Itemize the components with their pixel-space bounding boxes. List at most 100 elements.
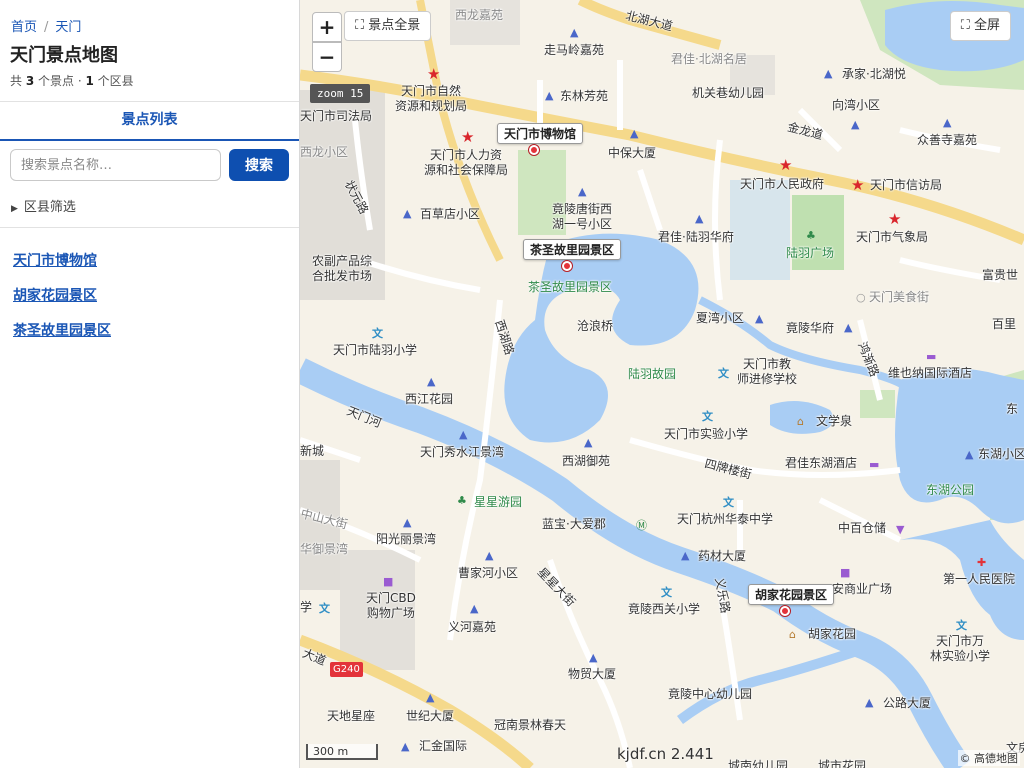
map-label: 星星游园	[474, 495, 523, 509]
marker-label-museum[interactable]: 天门市博物馆	[497, 123, 584, 144]
map-label: 茶圣故里园景区	[528, 280, 613, 294]
school-icon: 文	[661, 586, 672, 599]
building-icon: ▲	[578, 185, 587, 198]
district-count: 1	[85, 74, 94, 88]
shop-cart-icon: ▼	[896, 523, 905, 536]
government-star-icon: ★	[888, 210, 902, 228]
map-attribution[interactable]: © 高德地图	[957, 750, 1020, 766]
school-icon: 文	[718, 367, 729, 380]
marker-pin-museum[interactable]	[529, 145, 539, 155]
search-button[interactable]: 搜索	[229, 149, 289, 181]
scenic-house-icon: ⌂	[789, 628, 796, 641]
building-icon: ▲	[865, 696, 874, 709]
map-label: 中百仓储	[838, 521, 887, 535]
map-label: 东	[1006, 402, 1019, 416]
zoom-in-button[interactable]: +	[312, 12, 342, 42]
map-label: 机关巷幼儿园	[692, 86, 765, 100]
map-label: 百里	[992, 317, 1017, 331]
map-label: 承家·北湖悦	[842, 67, 906, 81]
spot-link-chasheng-park[interactable]: 茶圣故里园景区	[13, 320, 111, 340]
marker-label-hujia-garden[interactable]: 胡家花园景区	[748, 584, 835, 605]
building-icon: ▲	[851, 118, 860, 131]
map-label: 西龙小区	[300, 145, 349, 159]
zoom-out-button[interactable]: −	[312, 42, 342, 72]
building-icon: ▲	[943, 116, 952, 129]
shopping-bag-icon: ■	[840, 566, 851, 579]
spot-count: 3	[25, 74, 35, 88]
building-icon: ▲	[403, 207, 412, 220]
map-label: 第一人民医院	[943, 572, 1016, 586]
summary-mid: 个景点 ·	[34, 74, 86, 88]
map-label: 众善寺嘉苑	[917, 133, 978, 147]
map-label: 学	[300, 600, 313, 614]
scale-bar: 300 m	[306, 744, 378, 760]
hospital-icon: ✚	[977, 556, 987, 569]
map-label: 君佳东湖酒店	[785, 456, 858, 470]
breadcrumb-separator: /	[44, 20, 49, 35]
map-label: 沧浪桥	[577, 319, 614, 333]
map-label: 农副产品综 合批发市场	[312, 254, 373, 283]
map-label: 西龙嘉苑	[455, 8, 504, 22]
divider	[0, 227, 299, 228]
map-label: 安商业广场	[832, 582, 893, 596]
marker-pin-hujia-garden[interactable]	[780, 606, 790, 616]
building-icon: ▲	[755, 312, 764, 325]
building-icon: ▲	[584, 436, 593, 449]
map-label: 天门市万 林实验小学	[930, 634, 991, 663]
map-label: 城市花园	[818, 759, 867, 768]
map-label: 向湾小区	[832, 98, 881, 112]
district-filter-toggle[interactable]: ▶ 区县筛选	[11, 196, 76, 215]
map-base	[300, 0, 1024, 768]
spot-link-hujia-garden[interactable]: 胡家花园景区	[13, 285, 97, 305]
building-icon: ▲	[470, 602, 479, 615]
marker-pin-chasheng-park[interactable]	[562, 261, 572, 271]
tab-spot-list[interactable]: 景点列表	[0, 101, 299, 141]
summary-text: 共 3 个景点 · 1 个区县	[10, 72, 134, 89]
spot-link-museum[interactable]: 天门市博物馆	[13, 250, 97, 270]
fit-all-button[interactable]: ⛶ 景点全景	[344, 11, 432, 41]
map-label: 义河嘉苑	[448, 620, 497, 634]
map-label: 天门市气象局	[856, 230, 929, 244]
breadcrumb-current-link[interactable]: 天门	[55, 20, 81, 35]
tree-icon: ♣	[806, 229, 816, 242]
government-star-icon: ★	[427, 65, 441, 83]
map-label: 天地星座	[327, 709, 376, 723]
marker-label-chasheng-park[interactable]: 茶圣故里园景区	[523, 239, 622, 260]
map-label: 天门杭州华泰中学	[677, 512, 774, 526]
fullscreen-button[interactable]: ⛶ 全屏	[949, 11, 1011, 41]
map-label: 竟陵唐街西 湖一号小区	[552, 202, 613, 231]
building-icon: ▲	[589, 651, 598, 664]
school-icon: 文	[372, 327, 383, 340]
building-icon: ▲	[459, 428, 468, 441]
breadcrumb-home-link[interactable]: 首页	[11, 20, 37, 35]
map-label: 文学泉	[816, 414, 853, 428]
scenic-house-icon: ⌂	[797, 415, 804, 428]
map-label: 曹家河小区	[458, 566, 519, 580]
map-view[interactable]: 西龙嘉苑 北湖大道 走马岭嘉苑 君佳·北湖名居 承家·北湖悦 天门市自然 资源和…	[300, 0, 1024, 768]
building-icon: ▲	[426, 691, 435, 704]
map-label: 天门市司法局	[300, 109, 373, 123]
building-icon: ▲	[403, 516, 412, 529]
map-label: 天门市信访局	[870, 178, 943, 192]
map-label: 城南幼儿园	[728, 759, 789, 768]
school-icon: 文	[319, 602, 330, 615]
map-label: 天门市自然 资源和规划局	[395, 84, 468, 113]
page-title: 天门景点地图	[10, 45, 118, 66]
building-icon: ▲	[401, 740, 410, 753]
building-icon: ▲	[630, 127, 639, 140]
building-icon: ▲	[427, 375, 436, 388]
map-label: 天门秀水江景湾	[420, 445, 505, 459]
search-input[interactable]	[10, 149, 221, 181]
school-icon: 文	[702, 410, 713, 423]
map-label: 华御景湾	[300, 542, 349, 556]
government-star-icon: ★	[461, 128, 475, 146]
map-label: 陆羽故园	[628, 367, 677, 381]
summary-prefix: 共	[10, 74, 26, 88]
building-icon: ▲	[545, 89, 554, 102]
map-label: 冠南景林春天	[494, 718, 567, 732]
government-star-icon: ★	[851, 176, 865, 194]
breadcrumb: 首页 / 天门	[11, 16, 81, 35]
building-icon: ▲	[844, 321, 853, 334]
shopping-bag-icon: ■	[383, 575, 394, 588]
map-label: 东林芳苑	[560, 89, 609, 103]
